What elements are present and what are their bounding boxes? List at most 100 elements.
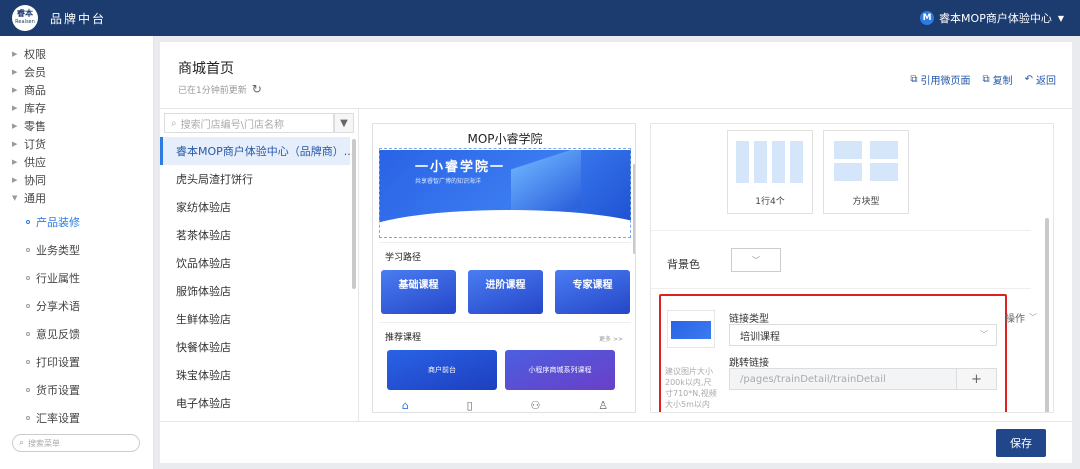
home-icon[interactable]: ⌂ bbox=[402, 399, 409, 412]
divider bbox=[651, 288, 1031, 289]
logo-subtext: Realsen bbox=[15, 19, 35, 25]
bullet-icon bbox=[26, 248, 30, 252]
sidebar-subitem-feedback[interactable]: 意见反馈 bbox=[26, 326, 80, 342]
sidebar-subitem-industry[interactable]: 行业属性 bbox=[26, 270, 80, 286]
sidebar-subitem-business-type[interactable]: 业务类型 bbox=[26, 242, 80, 258]
course-card-expert[interactable]: 专家课程 bbox=[555, 270, 630, 314]
sidebar-subitem-exchange-rate[interactable]: 汇率设置 bbox=[26, 410, 80, 426]
top-bar: 睿本 Realsen 品牌中台 M 睿本MOP商户体验中心 ▼ bbox=[0, 0, 1080, 36]
chevron-down-icon: ▼ bbox=[1057, 13, 1064, 23]
sidebar-item-permissions[interactable]: ▶ 权限 bbox=[12, 46, 46, 62]
bg-color-picker[interactable]: ﹀ bbox=[731, 248, 781, 272]
divider bbox=[651, 230, 1031, 231]
page-actions: ⧉ 引用微页面 ⧉ 复制 ↶ 返回 bbox=[910, 72, 1056, 87]
sidebar-item-orders[interactable]: ▶ 订货 bbox=[12, 136, 46, 152]
store-item[interactable]: 生鲜体验店 bbox=[160, 305, 350, 333]
chevron-right-icon: ▶ bbox=[12, 122, 18, 130]
book-icon[interactable]: ▯ bbox=[467, 399, 473, 412]
sidebar-subitem-share-terms[interactable]: 分享术语 bbox=[26, 298, 80, 314]
sidebar-subitem-product-decoration[interactable]: 产品装修 bbox=[26, 214, 80, 230]
sidebar-item-retail[interactable]: ▶ 零售 bbox=[12, 118, 46, 134]
people-icon[interactable]: ⚇ bbox=[531, 399, 541, 412]
sidebar-item-members[interactable]: ▶ 会员 bbox=[12, 64, 46, 80]
user-avatar: M bbox=[920, 11, 935, 25]
store-item[interactable]: 快餐体验店 bbox=[160, 333, 350, 361]
template-column bbox=[772, 141, 785, 183]
recommended-card[interactable]: 小程序商城系列课程 bbox=[505, 350, 615, 390]
link-type-select[interactable]: 培训课程 ﹀ bbox=[729, 324, 997, 346]
page-title: 商城首页 bbox=[178, 61, 234, 77]
store-item[interactable]: 电子体验店 bbox=[160, 389, 350, 417]
store-item[interactable]: 珠宝体验店 bbox=[160, 361, 350, 389]
bullet-icon bbox=[26, 304, 30, 308]
copy-button[interactable]: ⧉ 复制 bbox=[982, 72, 1012, 87]
store-item[interactable]: 饮品体验店 bbox=[160, 249, 350, 277]
app-title: 品牌中台 bbox=[50, 11, 107, 26]
user-menu[interactable]: M 睿本MOP商户体验中心 ▼ bbox=[920, 10, 1064, 26]
save-button[interactable]: 保存 bbox=[996, 429, 1046, 457]
course-card-basic[interactable]: 基础课程 bbox=[381, 270, 456, 314]
chevron-right-icon: ▶ bbox=[12, 176, 18, 184]
template-block-cell bbox=[870, 141, 898, 159]
template-block-cell bbox=[870, 163, 898, 181]
chevron-down-icon: ﹀ bbox=[752, 255, 760, 265]
sidebar-item-collab[interactable]: ▶ 协同 bbox=[12, 172, 46, 188]
sidebar: ▶ 权限 ▶ 会员 ▶ 商品 ▶ 库存 ▶ 零售 ▶ 订货 ▶ 供应 ▶ 协同 ▼ 通用 产品装修… bbox=[0, 36, 154, 469]
store-item[interactable]: 虎头局渣打饼行 bbox=[160, 165, 350, 193]
chevron-right-icon: ▶ bbox=[12, 158, 18, 166]
store-item[interactable]: 家纺体验店 bbox=[160, 193, 350, 221]
chevron-right-icon: ▶ bbox=[12, 86, 18, 94]
bullet-icon bbox=[26, 416, 30, 420]
sidebar-item-products[interactable]: ▶ 商品 bbox=[12, 82, 46, 98]
sidebar-item-inventory[interactable]: ▶ 库存 bbox=[12, 100, 46, 116]
store-list-scrollbar[interactable] bbox=[352, 139, 356, 289]
config-scrollbar[interactable] bbox=[1045, 218, 1049, 412]
user-icon[interactable]: ♙ bbox=[598, 399, 608, 412]
sidebar-item-supply[interactable]: ▶ 供应 bbox=[12, 154, 46, 170]
brand-logo[interactable]: 睿本 Realsen bbox=[12, 5, 38, 31]
sidebar-subitem-print[interactable]: 打印设置 bbox=[26, 354, 80, 370]
content-area: ⌕ 搜索门店编号\门店名称 ▼ 睿本MOP商户体验中心（品牌商）... 虎头局渣… bbox=[160, 108, 1072, 422]
copy-icon: ⧉ bbox=[910, 74, 918, 85]
refresh-icon[interactable]: ↻ bbox=[252, 82, 262, 96]
search-icon: ⌕ bbox=[171, 117, 177, 129]
selected-component-outline bbox=[379, 148, 631, 238]
filter-button[interactable]: ▼ bbox=[334, 113, 354, 133]
sidebar-subitem-currency[interactable]: 货币设置 bbox=[26, 382, 80, 398]
sidebar-item-general[interactable]: ▼ 通用 bbox=[12, 190, 46, 206]
plus-icon: + bbox=[971, 371, 982, 387]
bullet-icon bbox=[26, 276, 30, 280]
store-item[interactable]: 睿本MOP商户体验中心（品牌商）... bbox=[160, 137, 350, 165]
divider bbox=[379, 242, 631, 243]
thumbnail-image bbox=[671, 321, 711, 339]
template-block[interactable]: 方块型 bbox=[823, 130, 909, 214]
template-column bbox=[736, 141, 749, 183]
upload-hint: 建议图片大小200k以内,尺寸710*N,视频大小5m以内 bbox=[665, 367, 717, 409]
jump-link-input[interactable]: /pages/trainDetail/trainDetail + bbox=[729, 368, 997, 390]
store-item[interactable]: 茗茶体验店 bbox=[160, 221, 350, 249]
phone-preview: MOP小睿学院 一小睿学院一 共享睿智广博的知识海洋 学习路径 基础课程 进阶课… bbox=[372, 123, 636, 413]
bullet-icon bbox=[26, 388, 30, 392]
store-search-input[interactable]: ⌕ 搜索门店编号\门店名称 bbox=[164, 113, 334, 133]
section-label-path: 学习路径 bbox=[385, 253, 422, 263]
image-thumbnail[interactable] bbox=[667, 310, 715, 348]
template-column bbox=[754, 141, 767, 183]
highlight-box: 建议图片大小200k以内,尺寸710*N,视频大小5m以内 链接类型 培训课程 … bbox=[659, 294, 1007, 412]
add-link-button[interactable]: + bbox=[956, 369, 996, 389]
course-card-advanced[interactable]: 进阶课程 bbox=[468, 270, 543, 314]
more-link[interactable]: 更多 >> bbox=[599, 334, 623, 343]
template-column bbox=[790, 141, 803, 183]
store-item[interactable]: 服饰体验店 bbox=[160, 277, 350, 305]
back-button[interactable]: ↶ 返回 bbox=[1025, 72, 1056, 87]
recommended-card[interactable]: 商户前台 bbox=[387, 350, 497, 390]
operation-dropdown[interactable]: 操作 ﹀ bbox=[1005, 310, 1037, 325]
sidebar-search-input[interactable]: ⌕ 搜索菜单 bbox=[12, 434, 140, 452]
preview-scrollbar[interactable] bbox=[633, 164, 635, 254]
template-one-row-four[interactable]: 1行4个 bbox=[727, 130, 813, 214]
chevron-right-icon: ▶ bbox=[12, 50, 18, 58]
template-label: 1行4个 bbox=[755, 197, 785, 207]
cite-page-button[interactable]: ⧉ 引用微页面 bbox=[910, 72, 970, 87]
bullet-icon bbox=[26, 220, 30, 224]
preview-tabbar: ⌂ ▯ ⚇ ♙ bbox=[373, 396, 635, 412]
update-status: 已在1分钟前更新 ↻ bbox=[178, 82, 262, 96]
